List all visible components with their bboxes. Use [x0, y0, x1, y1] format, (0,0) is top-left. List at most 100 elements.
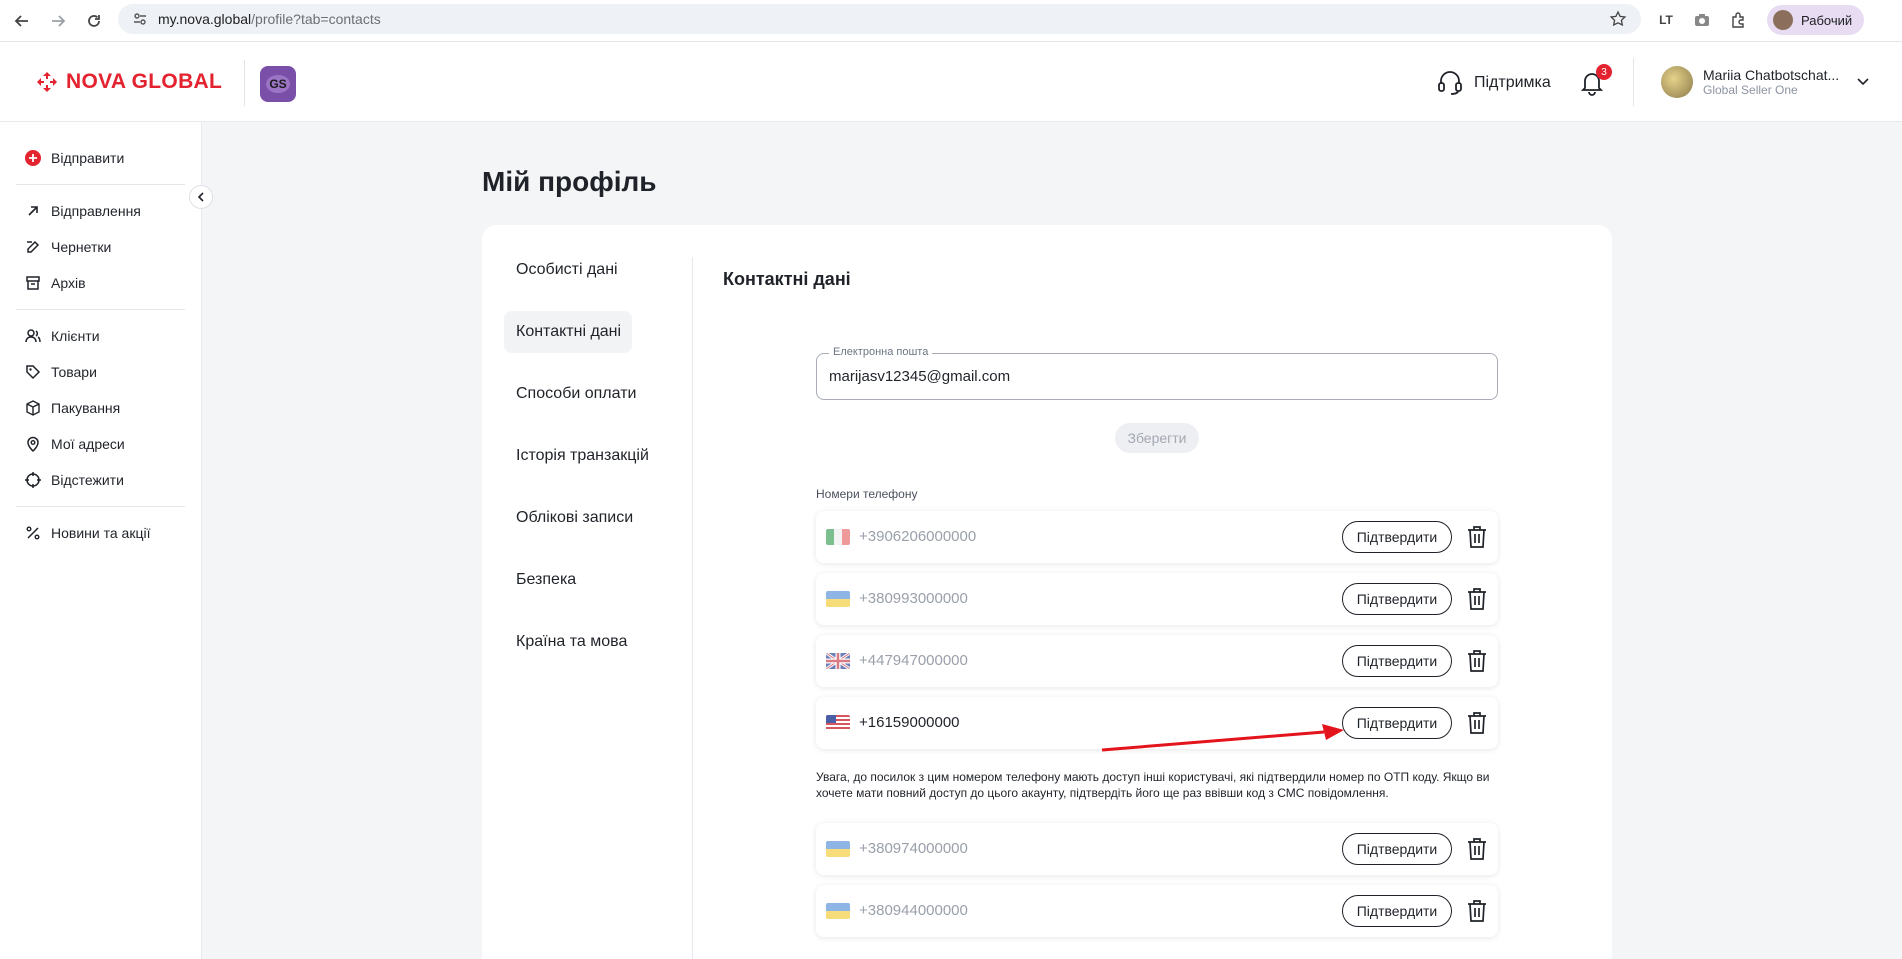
reload-icon[interactable] — [80, 7, 108, 35]
sidebar-item-label: Мої адреси — [51, 436, 125, 452]
chevron-down-icon — [1857, 78, 1869, 86]
app-header: NOVA GLOBAL GS Підтримка 3 Mariia Chatbo… — [0, 42, 1902, 122]
box-icon — [26, 400, 40, 416]
support-label: Підтримка — [1474, 74, 1551, 91]
confirm-phone-button[interactable]: Підтвердити — [1342, 521, 1452, 553]
site-settings-icon[interactable] — [132, 11, 148, 27]
sidebar-item-label: Клієнти — [51, 328, 100, 344]
header-divider — [244, 60, 245, 106]
bookmark-star-icon[interactable] — [1609, 10, 1627, 28]
phone-number: +380944000000 — [859, 902, 968, 919]
header-divider — [1633, 58, 1634, 106]
forward-icon[interactable] — [44, 7, 72, 35]
sidebar-item-label: Відправити — [51, 150, 125, 166]
users-icon — [25, 329, 41, 343]
phone-row: +3906206000000 Підтвердити — [816, 511, 1498, 563]
sidebar-item-label: Товари — [51, 364, 97, 380]
profile-card: Особисті дані Контактні дані Способи опл… — [482, 225, 1612, 959]
phones-label: Номери телефону — [816, 487, 918, 501]
support-link[interactable]: Підтримка — [1436, 70, 1551, 96]
tab-payment-methods[interactable]: Способи оплати — [504, 373, 682, 415]
sidebar-item-archive[interactable]: Архів — [0, 265, 201, 301]
user-name: Mariia Chatbotschat... — [1703, 67, 1840, 83]
nova-logo-icon — [37, 72, 57, 92]
chevron-left-icon — [197, 192, 204, 202]
ukraine-flag-icon — [826, 841, 850, 857]
url-host: my.nova.global — [158, 11, 252, 27]
sidebar-divider — [16, 184, 185, 185]
tab-security[interactable]: Безпека — [504, 559, 682, 601]
email-field-label: Електронна пошта — [829, 346, 933, 358]
archive-icon — [26, 276, 40, 290]
notifications-button[interactable]: 3 — [1580, 64, 1612, 96]
email-input[interactable] — [829, 368, 1429, 385]
global-seller-badge[interactable]: GS — [260, 66, 296, 102]
tag-icon — [26, 365, 41, 380]
sidebar-collapse-button[interactable] — [189, 185, 213, 209]
confirm-phone-button[interactable]: Підтвердити — [1342, 707, 1452, 739]
profile-avatar — [1773, 10, 1793, 30]
trash-icon[interactable] — [1466, 587, 1488, 611]
phone-number: +16159000000 — [859, 714, 960, 731]
email-field[interactable]: Електронна пошта — [816, 346, 1498, 400]
trash-icon[interactable] — [1466, 711, 1488, 735]
contacts-form: Електронна пошта Зберегти Номери телефон… — [816, 346, 1498, 937]
usa-flag-icon — [826, 715, 850, 731]
phone-number: +447947000000 — [859, 652, 968, 669]
ukraine-flag-icon — [826, 591, 850, 607]
italy-flag-icon — [826, 529, 850, 545]
crosshair-icon — [25, 472, 41, 488]
phone-row: +380944000000 Підтвердити — [816, 885, 1498, 937]
confirm-phone-button[interactable]: Підтвердити — [1342, 645, 1452, 677]
sidebar-item-label: Відстежити — [51, 472, 124, 488]
address-bar[interactable]: my.nova.global/profile?tab=contacts — [118, 4, 1641, 34]
notifications-count-badge: 3 — [1596, 64, 1612, 80]
back-icon[interactable] — [8, 7, 36, 35]
sidebar-item-shipments[interactable]: Відправлення — [0, 193, 201, 229]
sidebar-item-clients[interactable]: Клієнти — [0, 318, 201, 354]
trash-icon[interactable] — [1466, 649, 1488, 673]
sidebar-item-send[interactable]: Відправити — [0, 140, 201, 176]
headset-icon — [1438, 71, 1462, 95]
sidebar-item-addresses[interactable]: Мої адреси — [0, 426, 201, 462]
languagetool-icon[interactable]: LT — [1655, 9, 1677, 31]
edit-icon — [27, 240, 40, 253]
sidebar-item-news[interactable]: Новини та акції — [0, 515, 201, 551]
browser-toolbar: my.nova.global/profile?tab=contacts LT Р… — [0, 0, 1902, 42]
sidebar: Відправити Відправлення Чернетки Архів К… — [0, 122, 202, 959]
tab-personal-data[interactable]: Особисті дані — [504, 249, 682, 291]
phone-row: +380974000000 Підтвердити — [816, 823, 1498, 875]
brand-name: NOVA GLOBAL — [66, 70, 223, 93]
phone-row: +447947000000 Підтвердити — [816, 635, 1498, 687]
percent-icon — [26, 526, 40, 540]
tab-contact-data[interactable]: Контактні дані — [504, 311, 632, 353]
sidebar-item-label: Архів — [51, 275, 86, 291]
tab-accounts[interactable]: Облікові записи — [504, 497, 682, 539]
save-button[interactable]: Зберегти — [1115, 423, 1199, 453]
sidebar-item-label: Відправлення — [51, 203, 141, 219]
sidebar-item-packaging[interactable]: Пакування — [0, 390, 201, 426]
sidebar-item-products[interactable]: Товари — [0, 354, 201, 390]
tabs-divider — [692, 257, 693, 959]
camera-icon[interactable] — [1691, 9, 1713, 31]
trash-icon[interactable] — [1466, 837, 1488, 861]
sidebar-item-drafts[interactable]: Чернетки — [0, 229, 201, 265]
trash-icon[interactable] — [1466, 899, 1488, 923]
tab-transaction-history[interactable]: Історія транзакцій — [504, 435, 682, 477]
browser-profile-button[interactable]: Рабочий — [1767, 5, 1865, 35]
ukraine-flag-icon — [826, 903, 850, 919]
page-title: Мій профіль — [482, 166, 657, 197]
user-avatar — [1661, 66, 1693, 98]
confirm-phone-button[interactable]: Підтвердити — [1342, 583, 1452, 615]
confirm-phone-button[interactable]: Підтвердити — [1342, 833, 1452, 865]
user-menu[interactable]: Mariia Chatbotschat... Global Seller One — [1661, 66, 1869, 98]
confirm-phone-button[interactable]: Підтвердити — [1342, 895, 1452, 927]
sidebar-item-label: Чернетки — [51, 239, 112, 255]
sidebar-divider — [16, 506, 185, 507]
sidebar-item-track[interactable]: Відстежити — [0, 462, 201, 498]
extensions-puzzle-icon[interactable] — [1727, 9, 1749, 31]
trash-icon[interactable] — [1466, 525, 1488, 549]
phone-row: +380993000000 Підтвердити — [816, 573, 1498, 625]
tab-country-language[interactable]: Країна та мова — [504, 621, 682, 663]
nova-global-logo[interactable]: NOVA GLOBAL — [36, 70, 222, 94]
